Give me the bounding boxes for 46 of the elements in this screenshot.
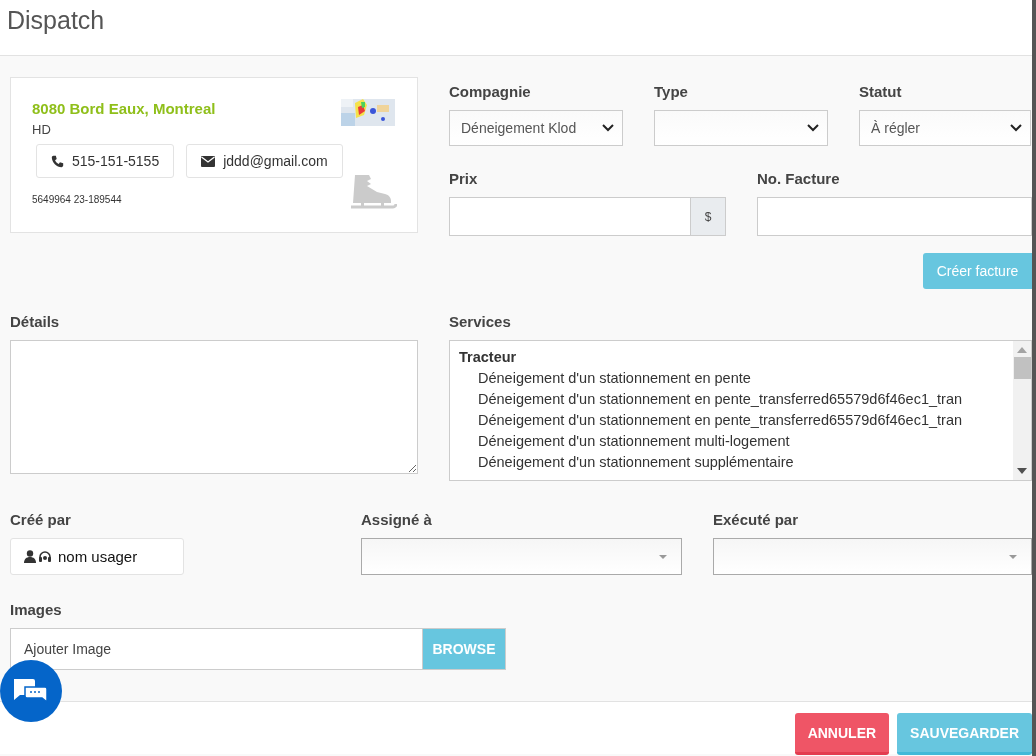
email-button[interactable]: jddd@gmail.com — [186, 144, 343, 178]
field-label: Statut — [859, 83, 902, 100]
user-chip: nom usager — [10, 538, 184, 575]
invoice-number-field[interactable] — [757, 197, 1032, 236]
currency-addon: $ — [704, 209, 712, 224]
phone-button[interactable]: 515-151-5155 — [36, 144, 175, 178]
caret-icon — [1009, 554, 1017, 559]
field-label: No. Facture — [757, 170, 840, 187]
service-option[interactable]: Déneigement d'un stationnement multi-logement — [478, 433, 790, 449]
dialog-title: Dispatch — [6, 5, 105, 35]
chevron-down-icon — [602, 124, 614, 132]
user-headset-icon — [24, 550, 53, 563]
reference-number: 5649964 23-189544 — [32, 194, 122, 205]
price-field[interactable]: $ — [449, 197, 726, 236]
select-field[interactable] — [654, 110, 828, 146]
field-label: Compagnie — [449, 83, 531, 100]
field-label: Détails — [10, 313, 60, 330]
service-option[interactable]: Déneigement d'un stationnement supplémentaire — [478, 454, 794, 470]
services-listbox[interactable] — [449, 340, 1032, 481]
field-label: Images — [10, 601, 62, 618]
service-option[interactable]: Déneigement d'un stationnement en pente_transferred65579d6f46ec1_tran — [478, 391, 963, 407]
dropdown-field[interactable] — [713, 538, 1032, 575]
field-label: Créé par — [10, 511, 71, 528]
field-label: Prix — [449, 170, 478, 187]
address-code: HD — [32, 122, 51, 137]
details-field[interactable] — [10, 340, 418, 474]
envelope-icon — [201, 155, 216, 167]
chevron-down-icon — [1010, 124, 1022, 132]
select-field[interactable]: Déneigement Klod — [449, 110, 623, 146]
field-label: Services — [449, 313, 511, 330]
chat-icon[interactable] — [0, 660, 62, 722]
dropdown-field[interactable] — [361, 538, 682, 575]
service-option[interactable]: Déneigement d'un stationnement en pente — [478, 370, 751, 386]
field-label: Exécuté par — [713, 511, 799, 528]
service-group-heading: Tracteur — [459, 348, 517, 367]
select-field[interactable]: À régler — [859, 110, 1031, 146]
phone-icon — [51, 154, 64, 168]
chevron-down-icon — [807, 124, 819, 132]
field-label: Type — [654, 83, 688, 100]
scroll-down-icon[interactable] — [1017, 468, 1027, 474]
scrollbar[interactable] — [1013, 341, 1031, 480]
scrollbar-thumb[interactable] — [1013, 357, 1031, 379]
scroll-up-icon[interactable] — [1017, 347, 1027, 353]
service-option[interactable]: Déneigement d'un stationnement en pente_transferred65579d6f46ec1_tran — [478, 412, 963, 428]
field-label: Assigné à — [361, 511, 432, 528]
caret-icon — [659, 554, 667, 559]
